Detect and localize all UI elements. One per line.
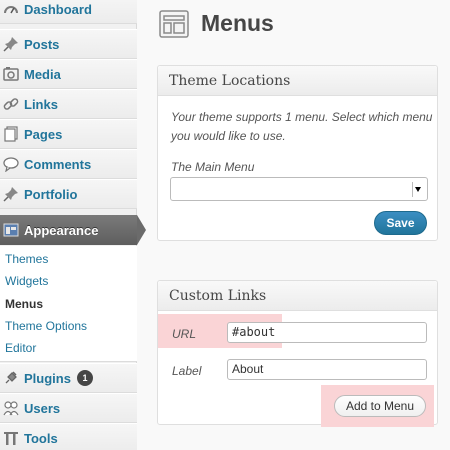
custom-links-header: Custom Links	[158, 281, 437, 311]
users-icon	[3, 400, 19, 416]
dashboard-icon	[3, 1, 19, 17]
sidebar-item-label: Portfolio	[24, 186, 78, 202]
url-label: URL	[172, 327, 197, 341]
appearance-submenu: Themes Widgets Menus Theme Options Edito…	[0, 246, 137, 362]
sidebar-item-label: Links	[24, 96, 58, 112]
sidebar-item-plugins[interactable]: Plugins 1	[0, 363, 137, 393]
main-menu-label: The Main Menu	[171, 160, 255, 174]
submenu-item-theme-options[interactable]: Theme Options	[5, 319, 87, 333]
submenu-item-widgets[interactable]: Widgets	[5, 274, 48, 288]
sidebar-item-posts[interactable]: Posts	[0, 29, 137, 59]
link-icon	[3, 96, 19, 112]
sidebar-item-label: Pages	[24, 126, 63, 142]
sidebar-item-pages[interactable]: Pages	[0, 119, 137, 149]
sidebar-item-portfolio[interactable]: Portfolio	[0, 179, 137, 209]
theme-locations-title: Theme Locations	[169, 72, 291, 89]
sidebar-item-label: Users	[24, 400, 61, 416]
sidebar-item-label: Posts	[24, 36, 60, 52]
main-menu-select[interactable]	[170, 177, 428, 201]
menus-icon	[158, 8, 190, 40]
add-to-menu-button[interactable]: Add to Menu	[334, 395, 426, 417]
pin-icon	[3, 36, 19, 52]
update-count-badge: 1	[76, 370, 93, 386]
sidebar-item-label: Plugins	[24, 370, 71, 386]
submenu-item-menus[interactable]: Menus	[5, 297, 43, 311]
theme-locations-header: Theme Locations	[158, 66, 437, 96]
sidebar-item-label: Appearance	[24, 222, 99, 238]
theme-locations-box: Theme Locations Your theme supports 1 me…	[157, 65, 438, 241]
label-label: Label	[172, 364, 202, 378]
tools-icon	[3, 430, 19, 446]
custom-links-title: Custom Links	[169, 287, 267, 304]
admin-sidebar: Dashboard Posts Media Links Pages Commen…	[0, 0, 137, 450]
chevron-down-icon	[412, 182, 423, 197]
submenu-item-editor[interactable]: Editor	[5, 341, 36, 355]
sidebar-item-dashboard[interactable]: Dashboard	[0, 0, 137, 24]
url-input[interactable]: #about	[227, 322, 427, 343]
page-title: Menus	[201, 10, 274, 36]
media-icon	[3, 66, 19, 82]
sidebar-item-tools[interactable]: Tools	[0, 423, 137, 450]
submenu-item-themes[interactable]: Themes	[5, 252, 48, 266]
sidebar-item-label: Dashboard	[24, 1, 92, 17]
label-input[interactable]: About	[227, 359, 427, 380]
plug-icon	[3, 370, 19, 386]
comment-icon	[3, 156, 19, 172]
sidebar-item-links[interactable]: Links	[0, 89, 137, 119]
pin-icon	[3, 186, 19, 202]
save-button[interactable]: Save	[374, 211, 427, 235]
sidebar-item-media[interactable]: Media	[0, 59, 137, 89]
pages-icon	[3, 126, 19, 142]
sidebar-item-label: Tools	[24, 430, 58, 446]
active-menu-arrow	[137, 215, 146, 245]
sidebar-item-users[interactable]: Users	[0, 393, 137, 423]
sidebar-item-appearance[interactable]: Appearance	[0, 215, 137, 245]
sidebar-item-label: Media	[24, 66, 61, 82]
sidebar-item-label: Comments	[24, 156, 92, 172]
theme-locations-description: Your theme supports 1 menu. Select which…	[171, 110, 433, 143]
custom-links-box: Custom Links URL #about Label About Add …	[157, 280, 438, 427]
sidebar-item-comments[interactable]: Comments	[0, 149, 137, 179]
appearance-icon	[3, 222, 19, 238]
